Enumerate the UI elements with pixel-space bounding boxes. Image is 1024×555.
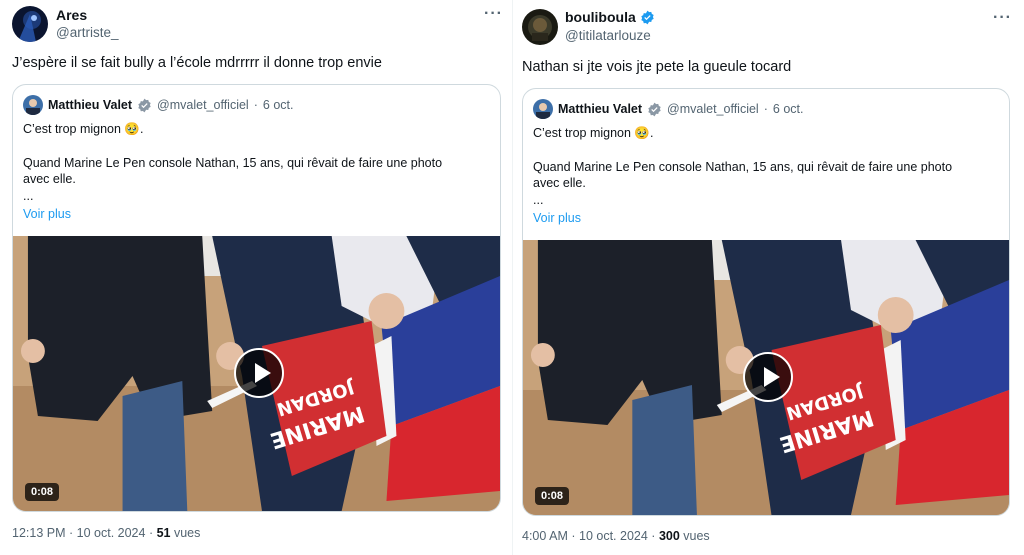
tweet-meta: 4:00 AM · 10 oct. 2024 · 300 vues	[522, 529, 710, 543]
video-player[interactable]: MARINE JORDAN 0:08	[13, 236, 500, 511]
verified-badge-icon	[641, 10, 654, 24]
more-icon[interactable]: ···	[993, 9, 1012, 27]
quoted-line-2: Quand Marine Le Pen console Nathan, 15 a…	[23, 156, 443, 170]
quoted-date: 6 oct.	[262, 98, 294, 112]
views-label: vues	[173, 526, 201, 540]
separator: ·	[763, 102, 768, 116]
display-name[interactable]: Ares	[56, 7, 87, 23]
tweet-date[interactable]: 10 oct. 2024	[579, 529, 648, 543]
tweet-ares[interactable]: Ares @artriste_ ··· J’espère il se fait …	[0, 0, 512, 555]
tweet-text: J’espère il se fait bully a l’école mdrr…	[12, 55, 382, 71]
user-handle[interactable]: @titilatarlouze	[565, 28, 651, 43]
quoted-line-1: C’est trop mignon 🥹.	[23, 122, 144, 136]
tweet-text: Nathan si jte vois jte pete la gueule to…	[522, 59, 792, 75]
tweet-time[interactable]: 4:00 AM	[522, 529, 568, 543]
play-icon[interactable]	[743, 352, 793, 402]
tweet-time[interactable]: 12:13 PM	[12, 526, 66, 540]
video-duration: 0:08	[535, 487, 570, 505]
tweet-meta: 12:13 PM · 10 oct. 2024 · 51 vues	[12, 526, 201, 540]
quoted-line-4: ...	[533, 193, 544, 207]
tweet-bouliboula[interactable]: bouliboula @titilatarlouze ··· Nathan si…	[512, 0, 1024, 555]
verified-badge-icon	[138, 98, 151, 112]
play-icon[interactable]	[234, 348, 284, 398]
quoted-line-3: avec elle.	[23, 172, 76, 186]
video-duration: 0:08	[25, 483, 60, 501]
quoted-handle: @mvalet_officiel	[157, 98, 249, 112]
quoted-name: Matthieu Valet	[558, 102, 643, 116]
tweet-date[interactable]: 10 oct. 2024	[77, 526, 146, 540]
views-label: vues	[683, 529, 710, 543]
user-handle[interactable]: @artriste_	[56, 25, 118, 40]
see-more-link[interactable]: Voir plus	[533, 211, 581, 225]
verified-badge-icon	[648, 102, 661, 116]
quoted-line-4: ...	[23, 189, 34, 203]
avatar[interactable]	[12, 6, 48, 42]
separator: ·	[253, 98, 258, 112]
avatar[interactable]	[522, 9, 558, 45]
more-icon[interactable]: ···	[484, 5, 503, 23]
quoted-avatar	[533, 99, 553, 119]
display-name[interactable]: bouliboula	[565, 9, 636, 25]
quoted-line-2: Quand Marine Le Pen console Nathan, 15 a…	[533, 160, 953, 174]
view-count: 300	[658, 529, 680, 543]
see-more-link[interactable]: Voir plus	[23, 207, 71, 221]
quoted-line-3: avec elle.	[533, 176, 586, 190]
quoted-handle: @mvalet_officiel	[667, 102, 759, 116]
view-count: 51	[156, 526, 171, 540]
video-player[interactable]: MARINE JORDAN 0:08	[523, 240, 1009, 515]
quoted-date: 6 oct.	[772, 102, 804, 116]
quoted-avatar	[23, 95, 43, 115]
quoted-line-1: C’est trop mignon 🥹.	[533, 126, 654, 140]
quoted-tweet[interactable]: Matthieu Valet @mvalet_officiel · 6 oct.…	[522, 88, 1010, 516]
quoted-name: Matthieu Valet	[48, 98, 133, 112]
quoted-tweet[interactable]: Matthieu Valet @mvalet_officiel · 6 oct.…	[12, 84, 501, 512]
